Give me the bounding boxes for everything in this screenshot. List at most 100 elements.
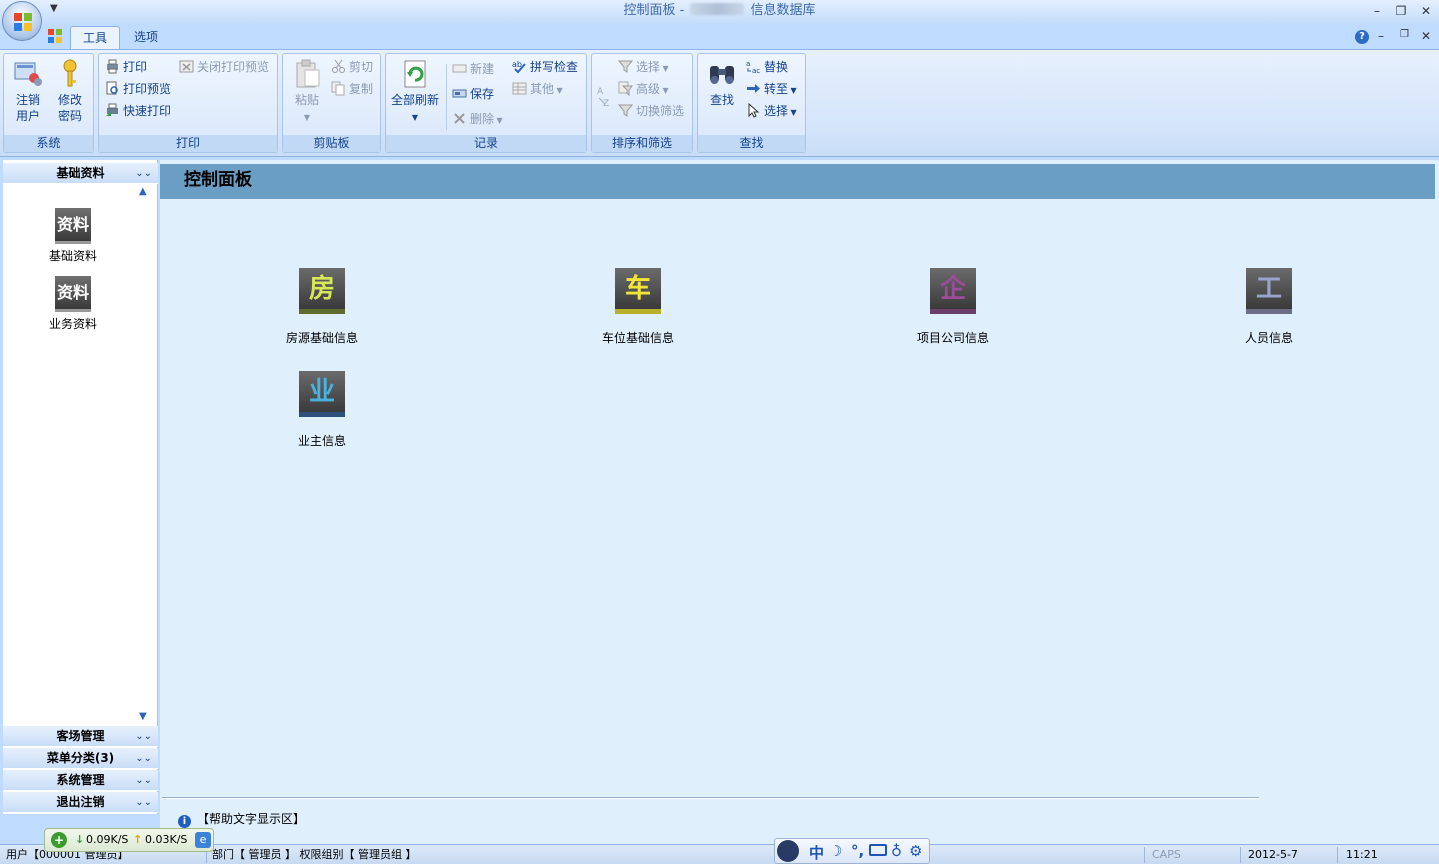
other-button[interactable]: 其他 ▼ [512,80,563,98]
replace-label: 替换 [764,60,789,74]
goto-button[interactable]: 转至 ▼ [746,80,797,98]
download-arrow-icon: ↓ [75,833,85,846]
window-restore-button[interactable]: ❐ [1392,2,1410,20]
status-separator [1144,847,1145,863]
ime-logo-icon[interactable] [777,840,799,862]
spell-check-button[interactable]: ab 拼写检查 [512,58,578,76]
status-caps: CAPS [1152,848,1181,861]
ime-mode-chinese[interactable]: 中 [809,842,824,863]
window-title-right: 信息数据库 [750,3,816,18]
select-button[interactable]: 选择 ▼ [746,102,797,120]
upload-arrow-icon: ↑ [133,833,143,846]
quick-access-dropdown-icon[interactable]: ▼ [50,3,58,14]
tab-tools[interactable]: 工具 [70,26,121,50]
spell-check-icon: ab [512,60,526,74]
chevron-up-double-icon[interactable]: ⌄⌄ [135,163,152,184]
sidebar-section-basic-data[interactable]: 基础资料 ⌄⌄ [3,163,158,184]
tile-0[interactable]: 房房源基础信息 [252,268,392,346]
tab-options[interactable]: 选项 [122,26,170,50]
cut-button[interactable]: 剪切 [331,58,373,76]
ime-punctuation-icon[interactable]: °, [851,842,864,860]
sidebar-section-menu-category[interactable]: 菜单分类(3) ⌄⌄ [3,748,158,769]
ribbon-close-button[interactable]: ✕ [1421,29,1431,43]
tile-label: 房源基础信息 [285,331,358,345]
print-preview-button[interactable]: 打印预览 [105,80,171,98]
group-records: 全部刷新 ▼ 新建 保存 删除 ▼ ab 拼写检查 其他 ▼ 记录 [385,53,587,153]
tile-2[interactable]: 企项目公司信息 [883,268,1023,346]
scissors-icon [332,59,345,73]
window-title-blurred [690,3,745,15]
office-button[interactable] [2,1,42,41]
status-separator [1337,847,1338,863]
filter-advanced-button[interactable]: 高级 ▼ [618,80,669,98]
sidebar-section-venue-label: 客场管理 [56,729,105,743]
toggle-filter-icon [618,104,633,117]
ime-keyboard-icon[interactable] [869,844,887,856]
ime-half-width-icon[interactable]: ☽ [829,842,842,860]
cursor-icon [748,103,760,118]
window-title-left: 控制面板 - [623,3,685,18]
ime-microphone-icon[interactable]: ♁ [891,842,902,860]
quick-print-button[interactable]: 快速打印 [105,102,171,120]
group-clipboard: 粘贴 ▼ 剪切 复制 剪贴板 [282,53,381,153]
new-record-button[interactable]: 新建 [452,60,494,78]
tile-icon: 业 [299,371,345,417]
chevron-down-double-icon[interactable]: ⌄⌄ [135,770,152,791]
toggle-filter-button[interactable]: 切换筛选 [618,102,684,120]
ime-settings-icon[interactable]: ⚙ [909,842,922,860]
scroll-down-icon[interactable]: ▼ [139,711,147,722]
filter-advanced-label: 高级 [636,82,661,96]
group-sort-filter-label: 排序和筛选 [592,135,692,152]
window-close-button[interactable]: ✕ [1417,2,1435,20]
sidebar-item-business-data[interactable]: 资料 业务资料 [3,276,143,332]
chevron-down-double-icon[interactable]: ⌄⌄ [135,726,152,747]
group-records-label: 记录 [386,135,586,152]
binoculars-icon [710,66,734,84]
print-label: 打印 [123,60,148,74]
title-bar: 控制面板 - 信息数据库 – ❐ ✕ [0,0,1439,24]
print-preview-icon [106,81,118,95]
replace-button[interactable]: a ac 替换 [746,58,788,76]
svg-text:A: A [597,87,604,97]
refresh-all-button[interactable]: 全部刷新 ▼ [388,58,442,126]
printer-icon [107,59,118,74]
delete-record-button[interactable]: 删除 ▼ [452,110,503,128]
ime-toolbar[interactable]: 中 ☽ °, ♁ ⚙ [774,838,930,864]
scroll-up-icon[interactable]: ▲ [139,186,147,197]
chevron-down-double-icon[interactable]: ⌄⌄ [135,748,152,769]
print-button[interactable]: 打印 [105,58,147,76]
ribbon-restore-button[interactable]: ❐ [1400,29,1409,40]
save-record-button[interactable]: 保存 [452,85,494,103]
chevron-down-double-icon[interactable]: ⌄⌄ [135,792,152,813]
delete-record-label: 删除 [470,112,495,126]
ribbon: 注销 用户 修改 密码 系统 打印 打印预览 快速打印 关闭打印预览 打印 粘贴… [0,49,1439,157]
sidebar-section-system[interactable]: 系统管理 ⌄⌄ [3,770,158,791]
tile-3[interactable]: 工人员信息 [1199,268,1339,346]
paste-button[interactable]: 粘贴 ▼ [287,58,327,126]
replace-icon: aac [746,60,760,74]
goto-dropdown-icon: ▼ [788,86,797,95]
group-print-label: 打印 [99,135,277,152]
network-speed-widget[interactable]: + ↓ 0.09K/S ↑ 0.03K/S e [44,828,214,852]
sidebar-item-basic-data[interactable]: 资料 基础资料 [3,208,143,264]
ribbon-minimize-button[interactable]: – [1378,29,1384,43]
filter-select-button[interactable]: 选择 ▼ [618,58,669,76]
sidebar-item-basic-data-label: 基础资料 [48,249,97,263]
sidebar-section-venue[interactable]: 客场管理 ⌄⌄ [3,726,158,747]
logout-user-button[interactable]: 注销 用户 [8,58,48,124]
quick-print-icon [106,103,118,116]
password-label-line2: 密码 [57,109,82,123]
window-minimize-button[interactable]: – [1368,2,1386,20]
sidebar-section-logout[interactable]: 退出注销 ⌄⌄ [3,792,158,813]
tile-1[interactable]: 车车位基础信息 [568,268,708,346]
help-icon[interactable]: ? [1355,30,1369,44]
find-button[interactable]: 查找 [702,58,742,108]
group-print: 打印 打印预览 快速打印 关闭打印预览 打印 [98,53,278,153]
tile-4[interactable]: 业业主信息 [252,371,392,449]
copy-button[interactable]: 复制 [331,80,373,98]
find-label: 查找 [709,93,734,107]
filter-advanced-dropdown-icon: ▼ [660,86,669,95]
group-find-label: 查找 [698,135,805,152]
close-print-preview-button[interactable]: 关闭打印预览 [179,58,269,76]
change-password-button[interactable]: 修改 密码 [50,58,90,124]
